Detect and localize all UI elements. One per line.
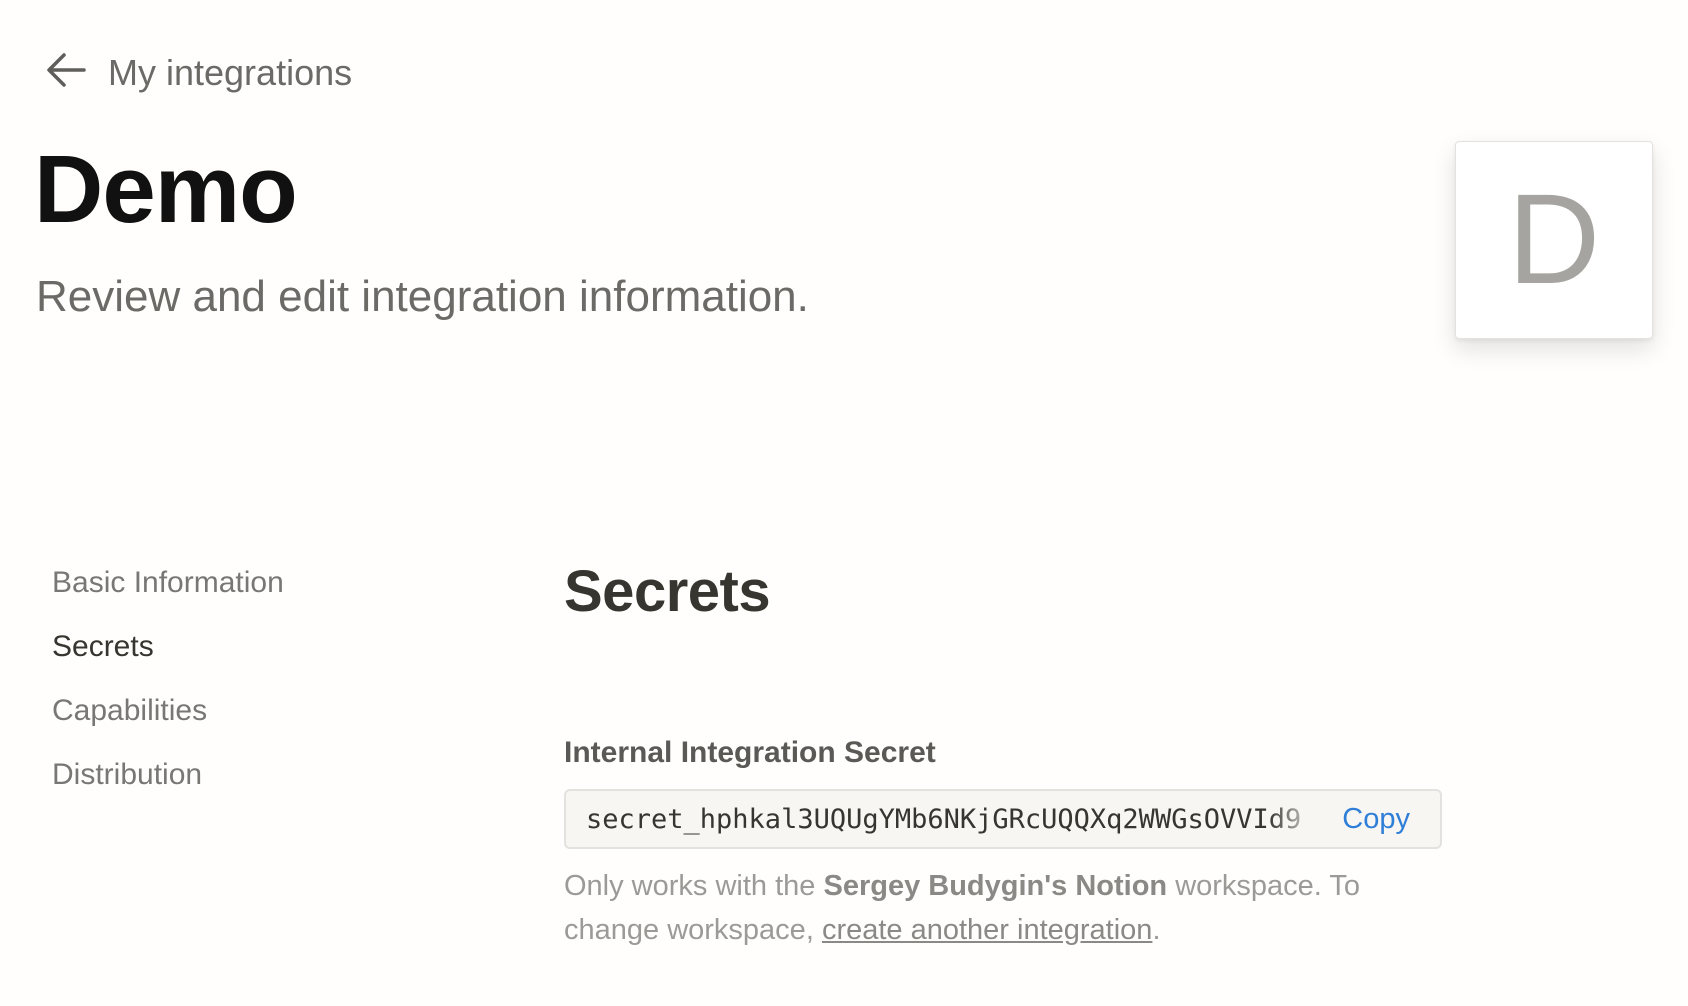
secret-field-label: Internal Integration Secret xyxy=(564,736,936,769)
back-link-label: My integrations xyxy=(108,51,353,93)
sidebar-item-distribution[interactable]: Distribution xyxy=(52,752,284,816)
workspace-help-text: Only works with the Sergey Budygin's Not… xyxy=(564,864,1444,952)
workspace-name: Sergey Budygin's Notion xyxy=(823,870,1168,902)
sidebar-item-secrets[interactable]: Secrets xyxy=(52,624,284,688)
page-title: Demo xyxy=(34,136,298,243)
help-suffix: . xyxy=(1152,914,1161,946)
integration-avatar[interactable]: D xyxy=(1455,141,1653,339)
help-prefix: Only works with the xyxy=(564,870,824,902)
back-to-integrations-link[interactable]: My integrations xyxy=(44,48,352,97)
page-subtitle: Review and edit integration information. xyxy=(36,272,809,321)
settings-sidebar: Basic Information Secrets Capabilities D… xyxy=(52,560,284,816)
sidebar-item-capabilities[interactable]: Capabilities xyxy=(52,688,284,752)
avatar-letter: D xyxy=(1507,168,1601,311)
copy-button[interactable]: Copy xyxy=(1342,803,1410,836)
secret-field[interactable]: secret_hphkal3UQUgYMb6NKjGRcUQQXq2WWGsOV… xyxy=(564,789,1442,849)
secret-value[interactable]: secret_hphkal3UQUgYMb6NKjGRcUQQXq2WWGsOV… xyxy=(586,804,1320,835)
integration-page: My integrations Demo Review and edit int… xyxy=(0,0,1688,1006)
sidebar-item-basic-information[interactable]: Basic Information xyxy=(52,560,284,624)
arrow-left-icon xyxy=(44,48,88,97)
section-title: Secrets xyxy=(564,559,771,624)
create-integration-link[interactable]: create another integration xyxy=(822,914,1153,946)
